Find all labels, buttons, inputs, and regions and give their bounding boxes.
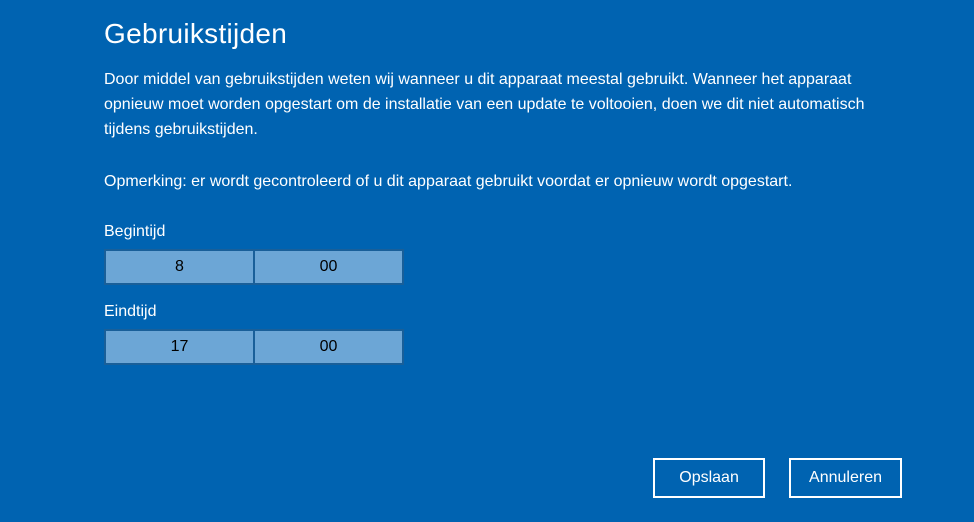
start-time-picker: 8 00 bbox=[104, 249, 404, 285]
start-hour-field[interactable]: 8 bbox=[106, 251, 255, 283]
page-title: Gebruikstijden bbox=[104, 18, 870, 50]
end-time-picker: 17 00 bbox=[104, 329, 404, 365]
cancel-button[interactable]: Annuleren bbox=[789, 458, 902, 498]
save-button[interactable]: Opslaan bbox=[653, 458, 765, 498]
end-time-label: Eindtijd bbox=[104, 303, 870, 321]
start-minute-field[interactable]: 00 bbox=[255, 251, 402, 283]
description-text: Door middel van gebruikstijden weten wij… bbox=[104, 68, 870, 142]
start-time-label: Begintijd bbox=[104, 223, 870, 241]
end-hour-field[interactable]: 17 bbox=[106, 331, 255, 363]
start-time-section: Begintijd 8 00 bbox=[104, 223, 870, 285]
button-bar: Opslaan Annuleren bbox=[653, 458, 902, 498]
note-text: Opmerking: er wordt gecontroleerd of u d… bbox=[104, 170, 870, 195]
dialog-content: Gebruikstijden Door middel van gebruikst… bbox=[0, 0, 974, 365]
end-time-section: Eindtijd 17 00 bbox=[104, 303, 870, 365]
end-minute-field[interactable]: 00 bbox=[255, 331, 402, 363]
